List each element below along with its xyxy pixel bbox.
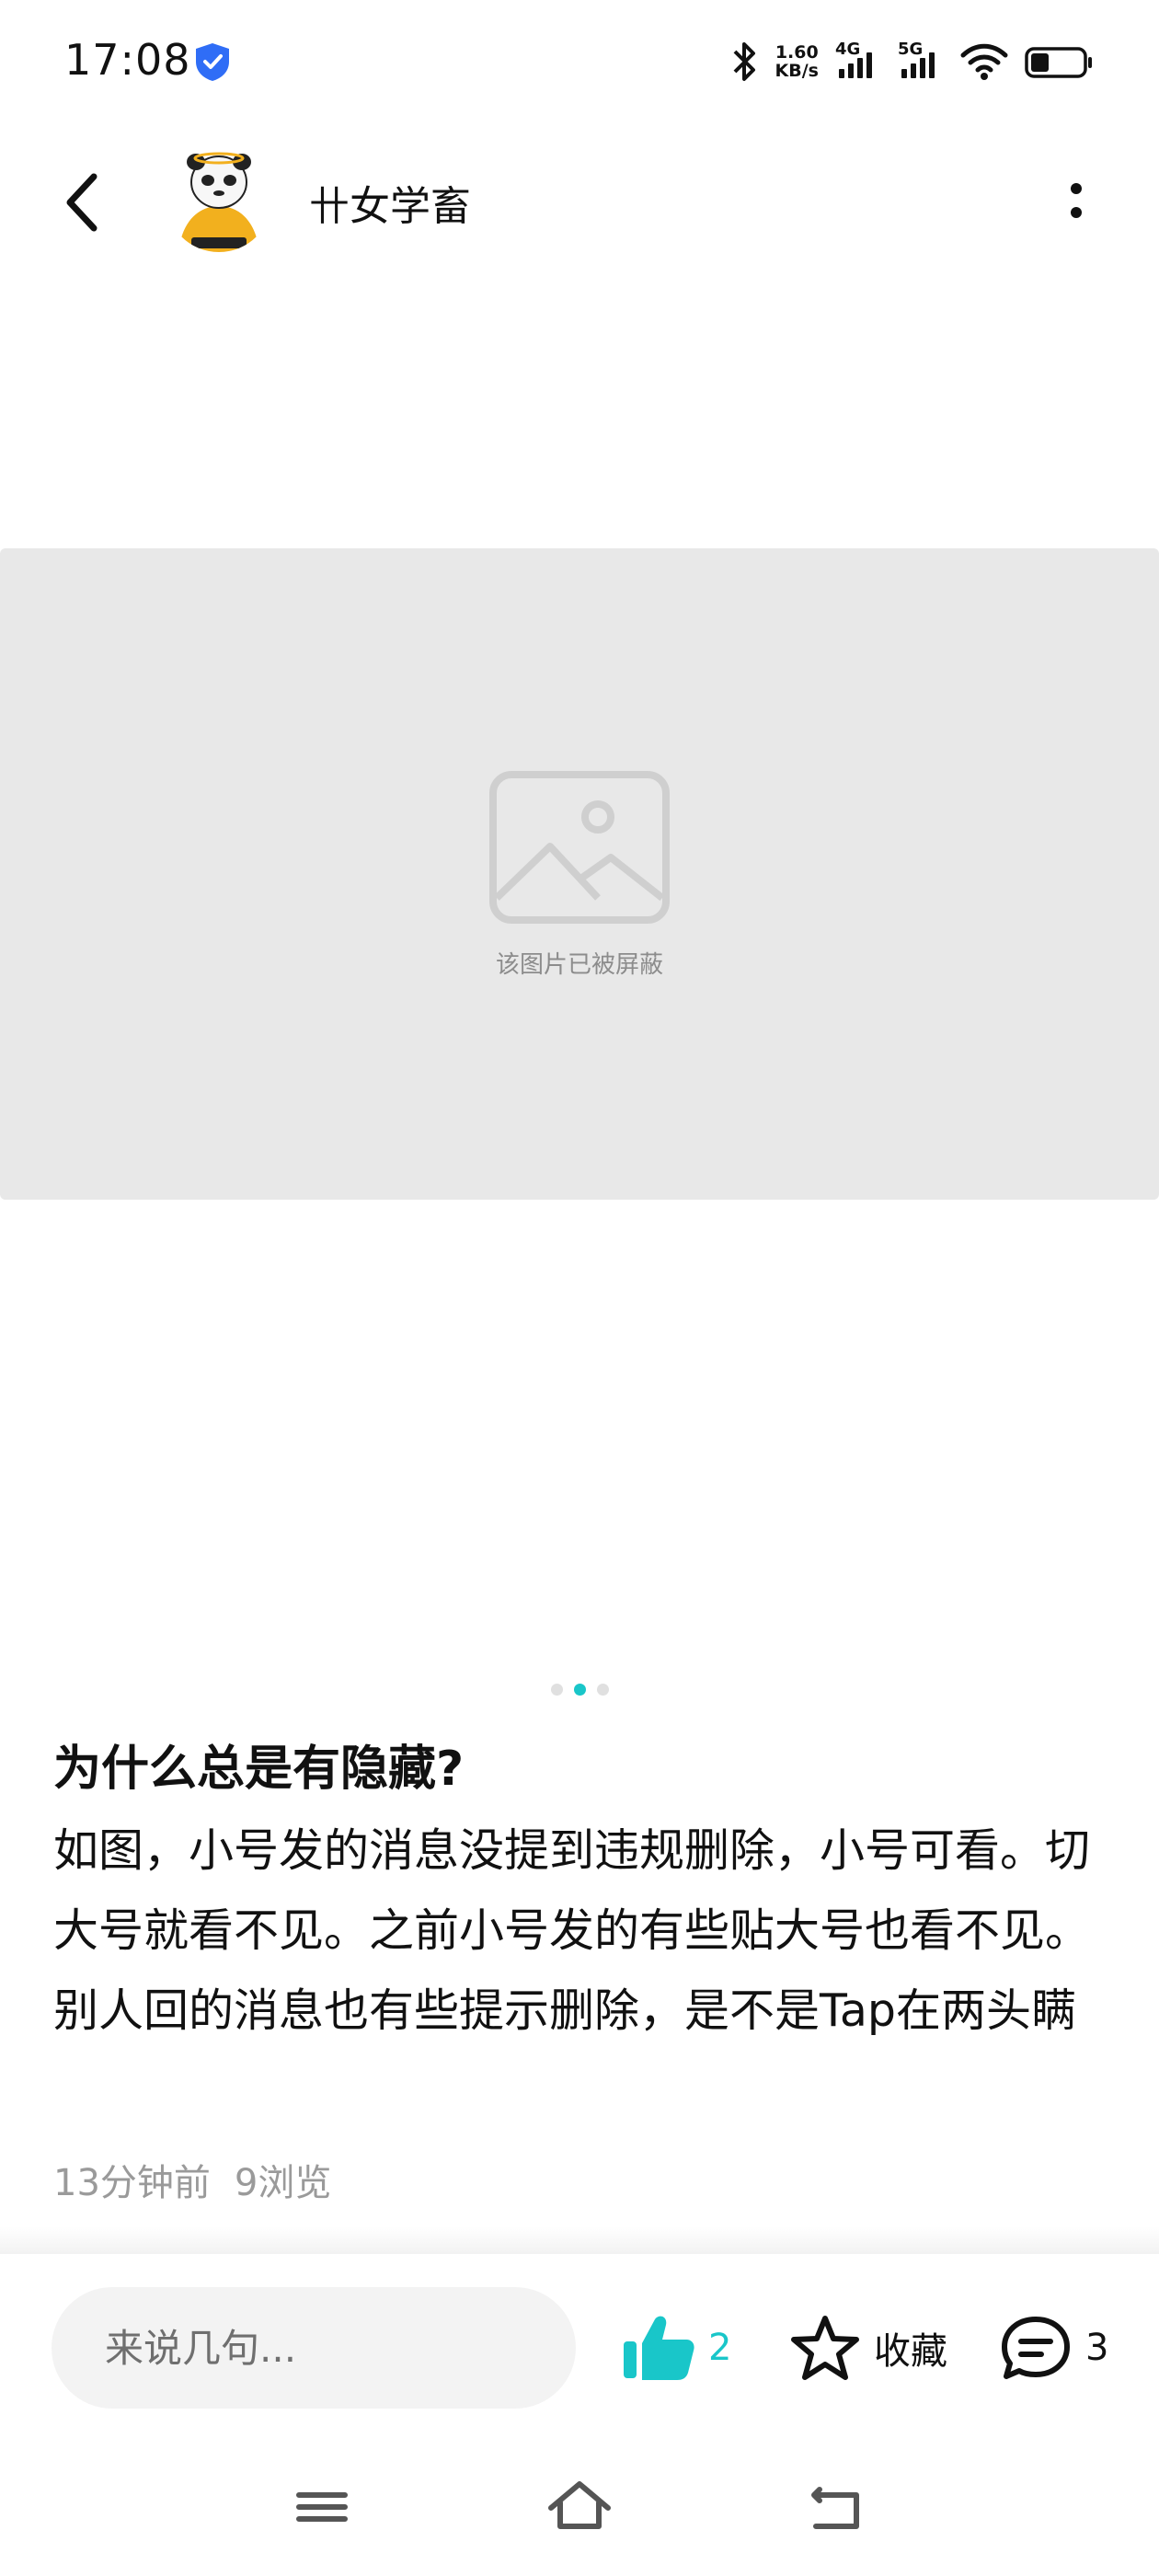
post-header: 卄女学畜 (0, 120, 1159, 285)
comment-bubble-icon (1002, 2317, 1070, 2379)
carousel-indicator (0, 1684, 1159, 1696)
like-count: 2 (708, 2327, 732, 2369)
post-body: 如图，小号发的消息没提到违规删除，小号可看。切大号就看不见。之前小号发的有些贴大… (53, 1824, 1091, 2037)
back-icon[interactable] (796, 2475, 878, 2539)
carousel-dot (573, 1684, 586, 1696)
comment-button[interactable]: 3 (999, 2311, 1108, 2385)
thumbs-up-icon (624, 2316, 694, 2380)
author-name[interactable]: 卄女学畜 (309, 173, 471, 232)
post-meta: 13分钟前 9浏览 (53, 2153, 331, 2206)
network-speed-unit: KB/s (775, 61, 819, 81)
status-bar: 17:08 1.60 KB/s 4G 5G (0, 0, 1159, 120)
image-blocked-text: 该图片已被屏蔽 (495, 951, 663, 979)
image-placeholder-icon (489, 771, 670, 924)
status-time: 17:08 (64, 35, 191, 85)
carousel-dot (596, 1684, 609, 1696)
favorite-button[interactable]: 收藏 (789, 2311, 947, 2385)
shield-icon (196, 43, 229, 81)
signal-5g: 5G (898, 40, 944, 82)
like-button[interactable]: 2 (622, 2311, 731, 2385)
bottom-action-bar: 2 收藏 3 (0, 2254, 1159, 2438)
comment-input[interactable] (52, 2287, 576, 2409)
system-nav-bar (0, 2438, 1159, 2576)
post-title: 为什么总是有隐藏? (53, 1742, 465, 1797)
network-speed: 1.60 KB/s (775, 43, 819, 80)
post-time: 13分钟前 (53, 2162, 211, 2204)
carousel-dot (550, 1684, 563, 1696)
bottom-bar-shadow (0, 2226, 1159, 2254)
network-speed-value: 1.60 (775, 42, 819, 63)
avatar-image (166, 145, 272, 252)
battery-icon (1025, 47, 1092, 78)
signal-4g: 4G (835, 40, 881, 82)
bluetooth-icon (733, 42, 755, 81)
star-icon (791, 2316, 859, 2380)
status-icons: 1.60 KB/s 4G 5G (731, 39, 1095, 85)
menu-icon[interactable] (281, 2475, 363, 2539)
post-image-blocked[interactable]: 该图片已被屏蔽 (0, 548, 1159, 1200)
favorite-label: 收藏 (874, 2330, 947, 2373)
more-vertical-icon[interactable] (1058, 171, 1095, 230)
wifi-icon (960, 43, 1008, 80)
home-icon[interactable] (538, 2475, 621, 2539)
avatar[interactable] (166, 145, 272, 252)
post-views: 9浏览 (234, 2162, 332, 2204)
back-arrow-icon[interactable] (55, 166, 110, 239)
comment-count: 3 (1085, 2327, 1109, 2369)
